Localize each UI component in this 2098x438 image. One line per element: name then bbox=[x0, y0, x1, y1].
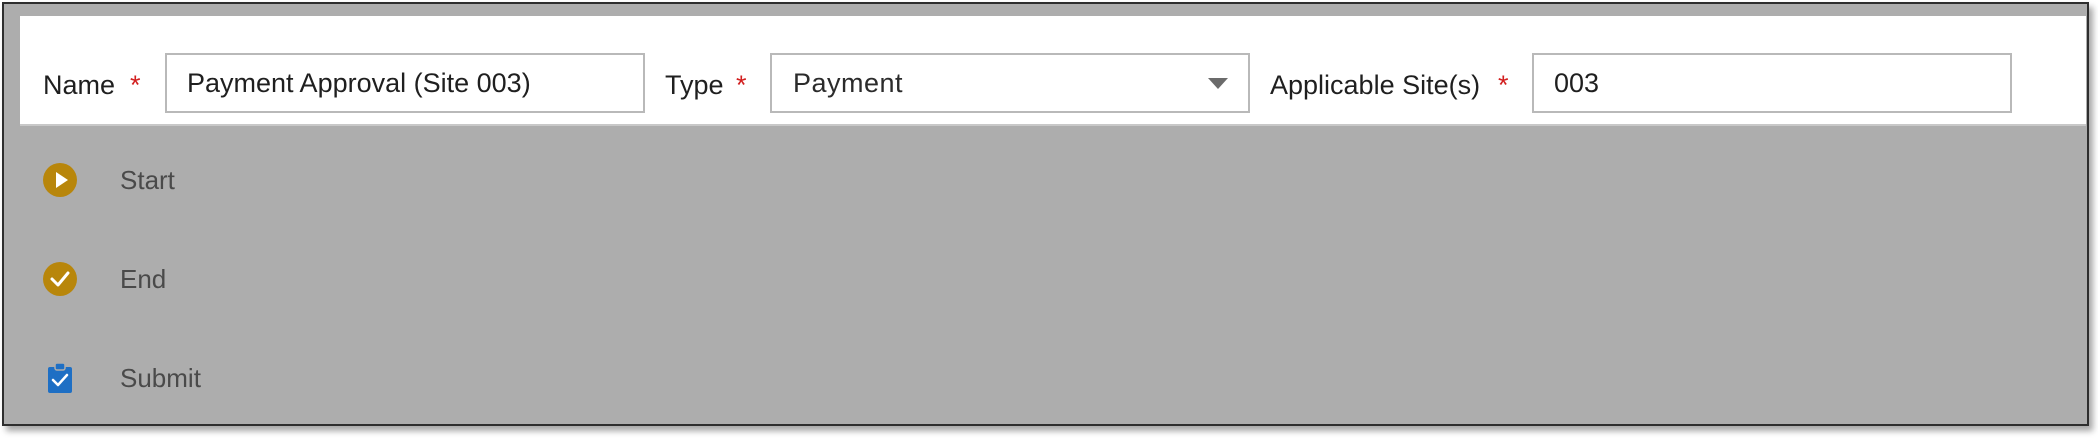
type-select-value: Payment bbox=[793, 68, 904, 98]
palette-item-submit[interactable]: Submit bbox=[40, 358, 440, 398]
workflow-form-header: Name * Type * Payment Applicable Site(s)… bbox=[20, 16, 2086, 126]
applicable-sites-label: Applicable Site(s) bbox=[1270, 70, 1481, 100]
play-circle-icon bbox=[40, 160, 80, 200]
type-select[interactable]: Payment bbox=[770, 53, 1250, 113]
palette-item-label: Submit bbox=[120, 363, 201, 393]
chevron-down-icon bbox=[1208, 78, 1228, 89]
applicable-sites-input[interactable] bbox=[1532, 53, 2012, 113]
type-required-mark: * bbox=[736, 70, 747, 100]
palette-item-start[interactable]: Start bbox=[40, 160, 440, 200]
clipboard-check-icon bbox=[40, 358, 80, 398]
type-label: Type bbox=[665, 70, 724, 100]
palette-item-label: Start bbox=[120, 165, 175, 195]
check-circle-icon bbox=[40, 259, 80, 299]
palette-item-label: End bbox=[120, 264, 167, 294]
workflow-editor-window: Name * Type * Payment Applicable Site(s)… bbox=[2, 2, 2089, 426]
sites-required-mark: * bbox=[1498, 70, 1509, 100]
palette-item-end[interactable]: End bbox=[40, 259, 440, 299]
name-input[interactable] bbox=[165, 53, 645, 113]
name-label: Name bbox=[43, 70, 116, 100]
name-required-mark: * bbox=[130, 70, 141, 100]
